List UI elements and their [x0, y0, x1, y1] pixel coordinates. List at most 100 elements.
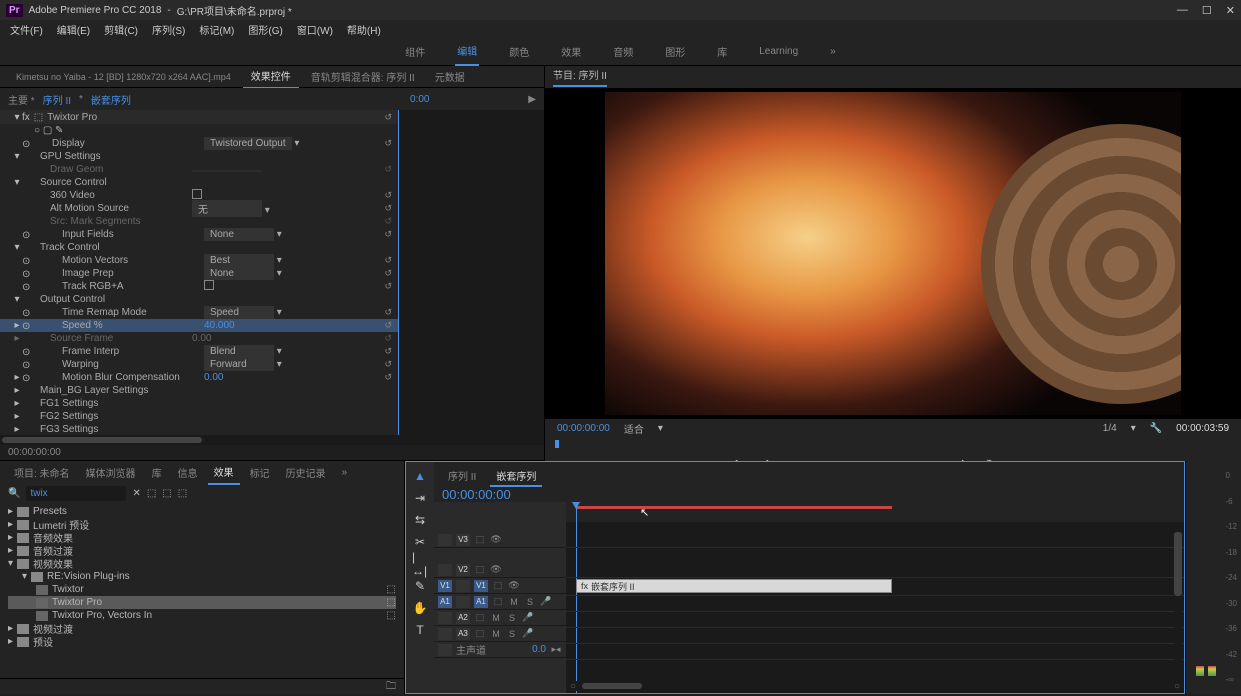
menu-sequence[interactable]: 序列(S) — [146, 22, 191, 37]
ec-seq1-link[interactable]: 序列 II — [43, 92, 71, 107]
a3-row[interactable] — [566, 628, 1184, 644]
tab-libraries[interactable]: 库 — [146, 461, 168, 484]
track-a2[interactable]: A2⬚MS🎤 — [434, 610, 566, 626]
razor-tool[interactable]: ✂ — [412, 534, 428, 550]
tab-media-browser[interactable]: 媒体浏览器 — [80, 461, 142, 484]
ec-fg3[interactable]: ▸FG3 Settings — [0, 423, 398, 435]
ec-seq2-link[interactable]: 嵌套序列 — [91, 92, 131, 107]
tab-audio-mixer[interactable]: 音轨剪辑混合器: 序列 II — [303, 65, 423, 88]
track-v1[interactable]: V1V1⬚👁 — [434, 578, 566, 594]
type-tool[interactable]: T — [412, 622, 428, 638]
tab-metadata[interactable]: 元数据 — [427, 65, 473, 88]
program-viewer[interactable] — [545, 88, 1241, 419]
menu-markers[interactable]: 标记(M) — [193, 22, 240, 37]
ec-fg2[interactable]: ▸FG2 Settings — [0, 410, 398, 423]
checkbox-rgba[interactable] — [204, 280, 214, 290]
master-row[interactable] — [566, 644, 1184, 660]
program-playhead[interactable] — [555, 440, 559, 448]
interp-dropdown[interactable]: Blend — [204, 345, 274, 358]
program-res-dropdown[interactable]: 1/4 — [1103, 423, 1117, 434]
remap-dropdown[interactable]: Speed — [204, 306, 274, 319]
timeline-h-scroll[interactable] — [582, 683, 642, 689]
track-select-tool[interactable]: ⇥ — [412, 490, 428, 506]
track-v3[interactable]: V3⬚👁 — [434, 532, 566, 548]
ec-fx-twixtor[interactable]: ▾fx ⬚ Twixtor Pro ↺ — [0, 110, 398, 124]
track-a3[interactable]: A3⬚MS🎤 — [434, 626, 566, 642]
a1-row[interactable] — [566, 596, 1184, 612]
tab-source-clip[interactable]: Kimetsu no Yaiba - 12 [BD] 1280x720 x264… — [8, 68, 239, 86]
ec-fg1[interactable]: ▸FG1 Settings — [0, 397, 398, 410]
program-fit-dropdown[interactable]: 适合 — [624, 421, 644, 436]
mv-dropdown[interactable]: Best — [204, 254, 274, 267]
ec-track-control[interactable]: ▾Track Control — [0, 241, 398, 254]
menu-file[interactable]: 文件(F) — [4, 22, 49, 37]
maximize-button[interactable]: ☐ — [1202, 4, 1212, 17]
workspace-editing[interactable]: 编辑 — [455, 37, 479, 66]
fx-badge-icon[interactable]: ⬚ — [178, 488, 187, 499]
workspace-audio[interactable]: 音频 — [611, 38, 635, 65]
ec-playhead[interactable] — [398, 110, 399, 435]
display-dropdown[interactable]: Twistored Output — [204, 137, 292, 150]
tab-history[interactable]: 历史记录 — [280, 461, 332, 484]
prep-dropdown[interactable]: None — [204, 267, 274, 280]
slip-tool[interactable]: |↔| — [412, 556, 428, 572]
fx-badge-icon[interactable]: ⬚ — [147, 488, 156, 499]
ec-speed-pct[interactable]: ▸⊙Speed %40.000↺ — [0, 319, 398, 332]
menu-help[interactable]: 帮助(H) — [341, 22, 387, 37]
speed-value[interactable]: 40.000 — [204, 320, 398, 331]
wrench-icon[interactable]: 🔧 — [1150, 423, 1162, 434]
tree-revision[interactable]: ▾RE:Vision Plug-ins — [8, 570, 396, 583]
new-bin-icon[interactable]: 🗀 — [386, 679, 396, 694]
ec-keyframe-timeline[interactable] — [398, 110, 544, 435]
minimize-button[interactable]: — — [1177, 4, 1188, 17]
reset-icon[interactable]: ↺ — [384, 112, 392, 123]
timeline-ruler[interactable]: ↖ — [566, 502, 1184, 522]
tab-info[interactable]: 信息 — [172, 461, 204, 484]
menu-edit[interactable]: 编辑(E) — [51, 22, 96, 37]
program-tc-left[interactable]: 00:00:00:00 — [557, 423, 610, 434]
video-clip[interactable]: fx嵌套序列 II — [576, 579, 892, 593]
selection-tool[interactable]: ▲ — [412, 468, 428, 484]
track-master[interactable]: 主声道0.0▸◂ — [434, 642, 566, 658]
clear-search-icon[interactable]: ✕ — [132, 488, 140, 499]
ec-output-control[interactable]: ▾Output Control — [0, 293, 398, 306]
ec-source-control[interactable]: ▾Source Control — [0, 176, 398, 189]
ec-gpu[interactable]: ▾GPU Settings — [0, 150, 398, 163]
effects-search-input[interactable] — [26, 486, 126, 501]
tree-presets2[interactable]: ▸预设 — [8, 635, 396, 648]
v3-row[interactable] — [566, 532, 1184, 548]
workspace-color[interactable]: 颜色 — [507, 38, 531, 65]
v1-row[interactable]: fx嵌套序列 II — [566, 578, 1184, 596]
hand-tool[interactable]: ✋ — [412, 600, 428, 616]
timeline-v-scroll[interactable] — [1174, 522, 1182, 681]
tab-project[interactable]: 项目: 未命名 — [8, 461, 76, 484]
timeline-content[interactable]: ↖ fx嵌套序列 II ○○ — [566, 502, 1184, 693]
ec-toggle-icon[interactable]: ▶ — [528, 94, 536, 105]
program-tab[interactable]: 节目: 序列 II — [553, 67, 607, 87]
overflow-icon[interactable]: » — [336, 463, 354, 482]
chevron-down-icon[interactable]: ▾ — [658, 423, 663, 434]
tab-effect-controls[interactable]: 效果控件 — [243, 64, 299, 89]
fx-badge-icon[interactable]: ⬚ — [162, 488, 171, 499]
ec-scrollbar[interactable] — [2, 437, 202, 443]
tree-twixtor[interactable]: Twixtor⬚ — [8, 583, 396, 596]
tree-video-fx[interactable]: ▾视频效果 — [8, 557, 396, 570]
tree-video-trans[interactable]: ▸视频过渡 — [8, 622, 396, 635]
tab-effects[interactable]: 效果 — [208, 460, 240, 485]
program-ruler[interactable] — [545, 437, 1241, 451]
ripple-tool[interactable]: ⇆ — [412, 512, 428, 528]
menu-graphics[interactable]: 图形(G) — [242, 22, 288, 37]
workspace-learning[interactable]: Learning — [757, 40, 800, 63]
checkbox-360[interactable] — [192, 189, 202, 199]
input-fields-dropdown[interactable]: None — [204, 228, 274, 241]
mb-value[interactable]: 0.00 — [204, 372, 398, 383]
menu-clip[interactable]: 剪辑(C) — [98, 22, 144, 37]
chevron-down-icon[interactable]: ▾ — [1131, 423, 1136, 434]
work-area-bar[interactable] — [576, 506, 892, 509]
timeline-tab-seq1[interactable]: 序列 II — [442, 466, 482, 487]
pen-tool[interactable]: ✎ — [412, 578, 428, 594]
warp-dropdown[interactable]: Forward — [204, 358, 274, 371]
workspace-effects[interactable]: 效果 — [559, 38, 583, 65]
workspace-overflow-icon[interactable]: » — [828, 40, 838, 63]
timeline-timecode[interactable]: 00:00:00:00 — [442, 487, 1176, 502]
